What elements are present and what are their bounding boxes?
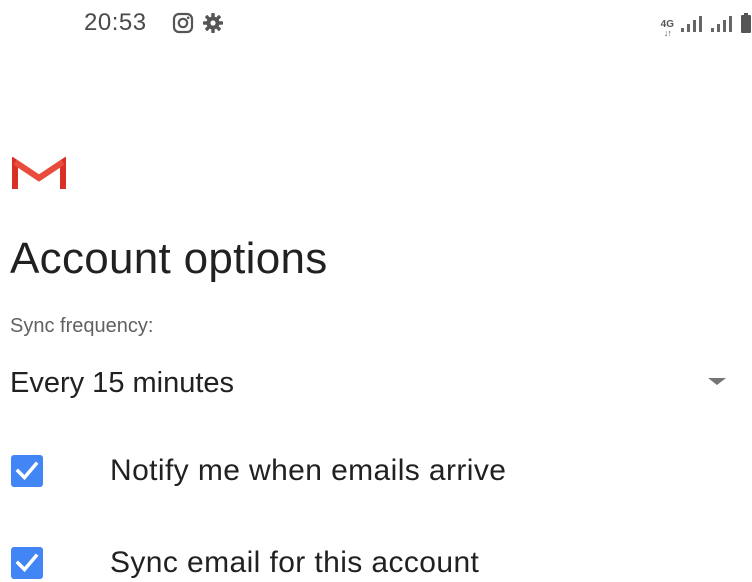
data-arrows-icon: ↓↑ [663, 28, 672, 38]
sync-frequency-value: Every 15 minutes [10, 367, 235, 399]
status-bar: 20:53 4G ↓↑ [0, 0, 752, 50]
battery-icon [740, 13, 752, 38]
sync-option-row[interactable]: Sync email for this account [0, 536, 752, 582]
instagram-icon [172, 12, 194, 39]
notify-option-label: Notify me when emails arrive [110, 454, 507, 487]
gmail-logo [12, 156, 66, 191]
checkmark-icon [15, 553, 39, 573]
sync-option-label: Sync email for this account [110, 546, 480, 579]
sync-checkbox[interactable] [11, 547, 43, 579]
signal-bars-icon [680, 15, 704, 38]
status-left-icons [172, 12, 224, 39]
gear-icon [202, 12, 224, 39]
network-type-indicator: 4G ↓↑ [661, 20, 674, 38]
sync-frequency-label: Sync frequency: [10, 315, 154, 337]
status-right-icons: 4G ↓↑ [661, 13, 752, 38]
sync-frequency-dropdown[interactable]: Every 15 minutes [0, 354, 752, 414]
checkmark-icon [15, 461, 39, 481]
notify-checkbox[interactable] [11, 455, 43, 487]
notify-option-row[interactable]: Notify me when emails arrive [0, 444, 752, 500]
page-title: Account options [10, 234, 328, 283]
signal-bars-icon [710, 15, 734, 38]
dropdown-arrow-icon [708, 378, 726, 385]
account-options-screen: 20:53 4G ↓↑ Account options Sync frequen… [0, 0, 752, 582]
status-time: 20:53 [84, 9, 147, 36]
